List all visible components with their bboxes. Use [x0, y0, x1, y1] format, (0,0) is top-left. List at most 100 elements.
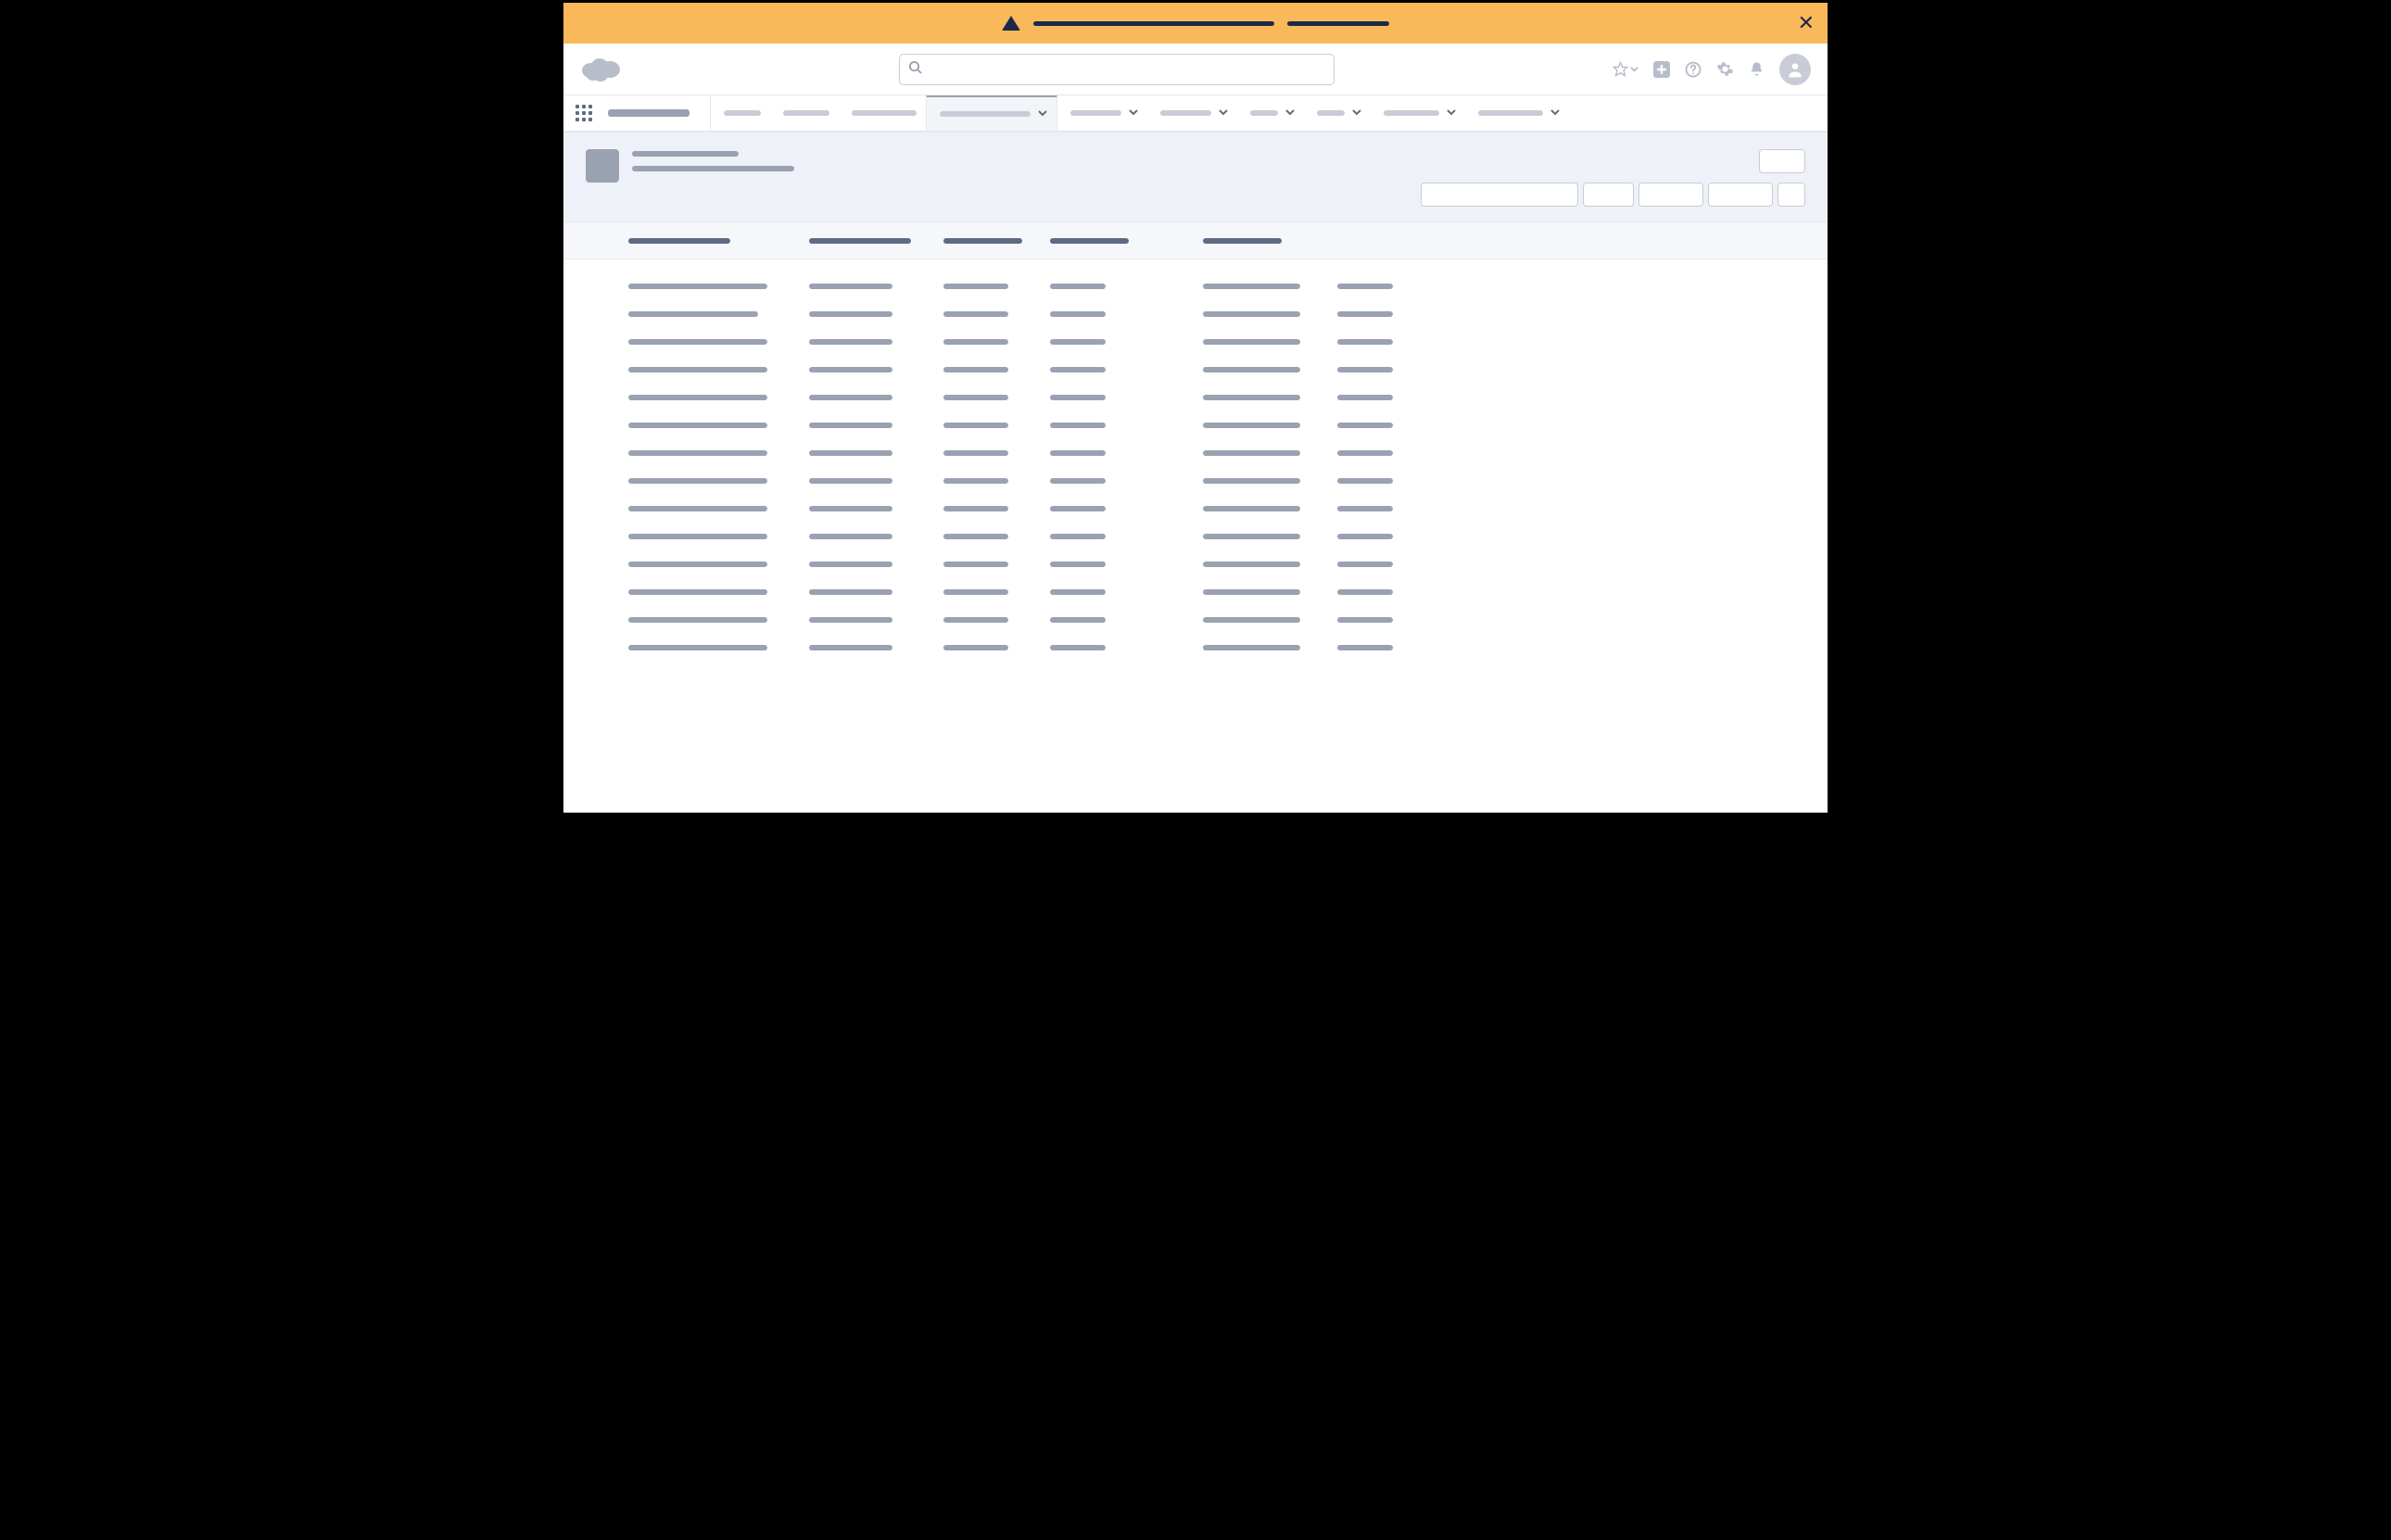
table-cell [943, 311, 1050, 317]
table-cell [1337, 478, 1411, 484]
chevron-down-icon[interactable] [1447, 107, 1456, 120]
table-cell [628, 617, 809, 623]
nav-tab-3[interactable] [926, 95, 1057, 131]
table-row[interactable] [628, 606, 1805, 634]
table-row[interactable] [628, 272, 1805, 300]
page-subtitle [632, 166, 794, 171]
column-header-2[interactable] [943, 238, 1050, 244]
nav-tab-label [783, 110, 829, 116]
add-icon[interactable] [1653, 61, 1670, 78]
table-row[interactable] [628, 578, 1805, 606]
table-row[interactable] [628, 411, 1805, 439]
search-input[interactable] [899, 54, 1335, 85]
help-icon[interactable] [1685, 61, 1702, 78]
table-cell [943, 423, 1050, 428]
nav-tab-label [1160, 110, 1211, 116]
action-button-1[interactable] [1583, 183, 1634, 207]
user-avatar[interactable] [1779, 54, 1811, 85]
table-row[interactable] [628, 467, 1805, 495]
page-header [563, 133, 1828, 222]
table-cell [809, 284, 943, 289]
app-frame: ✕ [561, 0, 1830, 815]
table-row[interactable] [628, 439, 1805, 467]
nav-tab-1[interactable] [770, 95, 839, 131]
table-cell [1203, 450, 1337, 456]
table-row[interactable] [628, 523, 1805, 550]
table-cell [1050, 339, 1203, 345]
chevron-down-icon[interactable] [1285, 107, 1295, 120]
table-cell [1203, 284, 1337, 289]
favorite-icon[interactable] [1613, 61, 1638, 77]
table-cell [1203, 423, 1337, 428]
chevron-down-icon[interactable] [1550, 107, 1560, 120]
nav-tab-5[interactable] [1147, 95, 1237, 131]
nav-tab-2[interactable] [839, 95, 926, 131]
table-cell [809, 311, 943, 317]
action-button-3[interactable] [1708, 183, 1773, 207]
table-cell [809, 367, 943, 372]
header-top-button[interactable] [1759, 149, 1805, 173]
table-cell [1337, 534, 1411, 539]
table-row[interactable] [628, 384, 1805, 411]
table-cell [943, 367, 1050, 372]
nav-tab-4[interactable] [1057, 95, 1147, 131]
table-cell [943, 284, 1050, 289]
nav-tab-7[interactable] [1304, 95, 1371, 131]
table-cell [943, 395, 1050, 400]
table-cell [628, 450, 809, 456]
table-cell [943, 617, 1050, 623]
action-button-row [1421, 183, 1805, 207]
table-cell [943, 478, 1050, 484]
table-cell [1203, 645, 1337, 650]
bell-icon[interactable] [1749, 60, 1765, 78]
table-cell [1337, 617, 1411, 623]
action-button-4[interactable] [1777, 183, 1805, 207]
table-row[interactable] [628, 328, 1805, 356]
chevron-down-icon[interactable] [1219, 107, 1228, 120]
table-cell [1337, 450, 1411, 456]
column-header-1[interactable] [809, 238, 943, 244]
table-cell [1337, 311, 1411, 317]
table-cell [1050, 645, 1203, 650]
table-row[interactable] [628, 495, 1805, 523]
nav-tab-9[interactable] [1465, 95, 1569, 131]
table-row[interactable] [628, 550, 1805, 578]
table-row[interactable] [628, 634, 1805, 662]
column-header-0[interactable] [628, 238, 809, 244]
table-cell [1050, 311, 1203, 317]
table-cell [1337, 395, 1411, 400]
action-button-2[interactable] [1638, 183, 1703, 207]
chevron-down-icon[interactable] [1352, 107, 1361, 120]
app-launcher-icon[interactable] [563, 95, 604, 131]
salesforce-logo[interactable] [580, 56, 621, 83]
table-cell [943, 450, 1050, 456]
table-row[interactable] [628, 300, 1805, 328]
table-cell [1050, 534, 1203, 539]
gear-icon[interactable] [1716, 60, 1734, 78]
table-row[interactable] [628, 356, 1805, 384]
chevron-down-icon[interactable] [1129, 107, 1138, 120]
nav-tab-label [852, 110, 917, 116]
object-icon [586, 149, 619, 183]
nav-tab-0[interactable] [711, 95, 770, 131]
table-cell [943, 506, 1050, 511]
action-button-0[interactable] [1421, 183, 1578, 207]
table-cell [1203, 562, 1337, 567]
chevron-down-icon[interactable] [1038, 108, 1047, 120]
table-cell [809, 617, 943, 623]
nav-tab-6[interactable] [1237, 95, 1304, 131]
table-cell [628, 589, 809, 595]
nav-tab-8[interactable] [1371, 95, 1465, 131]
table-cell [1203, 589, 1337, 595]
table-cell [809, 339, 943, 345]
table-cell [809, 450, 943, 456]
column-header-4[interactable] [1203, 238, 1337, 244]
column-header-3[interactable] [1050, 238, 1203, 244]
nav-tabs [711, 95, 1569, 131]
table-cell [628, 311, 809, 317]
table-cell [1337, 423, 1411, 428]
close-icon[interactable]: ✕ [1798, 13, 1815, 33]
table-cell [1050, 589, 1203, 595]
table-cell [943, 645, 1050, 650]
warning-banner: ✕ [563, 3, 1828, 44]
